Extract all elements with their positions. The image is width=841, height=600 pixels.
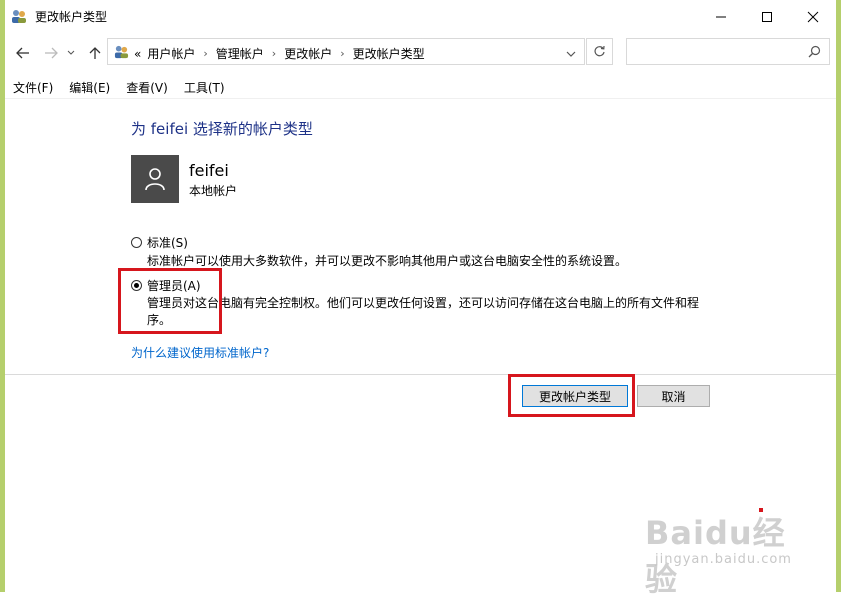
breadcrumb-user-accounts[interactable]: 用户帐户: [147, 45, 195, 62]
user-icon: [145, 168, 165, 191]
chevron-down-icon: [67, 50, 75, 55]
watermark-url: jingyan.baidu.com: [655, 552, 792, 567]
window-title: 更改帐户类型: [35, 10, 108, 24]
minimize-icon: [716, 16, 726, 17]
user-accounts-icon: [11, 8, 27, 24]
minimize-button[interactable]: [698, 0, 744, 33]
arrow-right-icon: [45, 47, 58, 59]
search-input[interactable]: [626, 38, 830, 65]
address-bar[interactable]: « 用户帐户 › 管理帐户 › 更改帐户 › 更改帐户类型: [107, 38, 585, 65]
administrator-description-line1: 管理员对这台电脑有完全控制权。他们可以更改任何设置，还可以访问存储在这台电脑上的…: [147, 296, 700, 310]
chevron-right-icon[interactable]: ›: [340, 47, 344, 60]
highlight-box-administrator: [118, 268, 222, 334]
desktop-background-right: [836, 0, 841, 592]
cancel-button[interactable]: 取消: [637, 385, 710, 407]
page-title: 为 feifei 选择新的帐户类型: [131, 120, 313, 138]
breadcrumb-manage-accounts[interactable]: 管理帐户: [216, 45, 264, 62]
back-button[interactable]: [13, 44, 33, 62]
menu-bar: 文件(F) 编辑(E) 查看(V) 工具(T): [5, 76, 233, 98]
breadcrumb-change-account[interactable]: 更改帐户: [284, 45, 332, 62]
avatar: [131, 155, 179, 203]
chevron-right-icon[interactable]: ›: [203, 47, 207, 60]
maximize-button[interactable]: [744, 0, 790, 33]
menu-file[interactable]: 文件(F): [5, 76, 61, 98]
close-button[interactable]: [790, 0, 836, 33]
divider: [5, 98, 836, 99]
arrow-left-icon: [16, 47, 29, 59]
up-button[interactable]: [85, 44, 105, 62]
baidu-watermark: Baidu经验 jingyan.baidu.com: [645, 508, 805, 598]
user-account-type: 本地帐户: [189, 184, 238, 198]
menu-view[interactable]: 查看(V): [118, 76, 176, 98]
recent-locations-button[interactable]: [64, 44, 78, 62]
chevron-right-icon[interactable]: ›: [272, 47, 276, 60]
divider: [5, 374, 836, 375]
navigation-bar: « 用户帐户 › 管理帐户 › 更改帐户 › 更改帐户类型: [5, 38, 836, 68]
highlight-box-change-button: [508, 374, 635, 417]
standard-radio[interactable]: [131, 237, 142, 248]
menu-tools[interactable]: 工具(T): [176, 76, 233, 98]
red-dot: [759, 508, 763, 512]
address-dropdown-button[interactable]: [566, 47, 576, 61]
breadcrumb-change-account-type[interactable]: 更改帐户类型: [353, 45, 425, 62]
title-bar: 更改帐户类型: [5, 0, 836, 33]
search-icon[interactable]: [808, 45, 821, 61]
why-standard-link[interactable]: 为什么建议使用标准帐户?: [131, 344, 269, 361]
control-panel-icon: [114, 44, 129, 62]
maximize-icon: [762, 11, 772, 22]
forward-button[interactable]: [41, 44, 61, 62]
menu-edit[interactable]: 编辑(E): [61, 76, 118, 98]
standard-label[interactable]: 标准(S): [147, 234, 188, 251]
user-name: feifei: [189, 161, 229, 180]
arrow-up-icon: [89, 47, 101, 59]
chevron-down-icon: [566, 51, 576, 57]
close-icon: [807, 11, 819, 22]
breadcrumb-overflow[interactable]: «: [134, 47, 141, 61]
refresh-icon: [594, 45, 605, 57]
refresh-button[interactable]: [586, 38, 613, 65]
